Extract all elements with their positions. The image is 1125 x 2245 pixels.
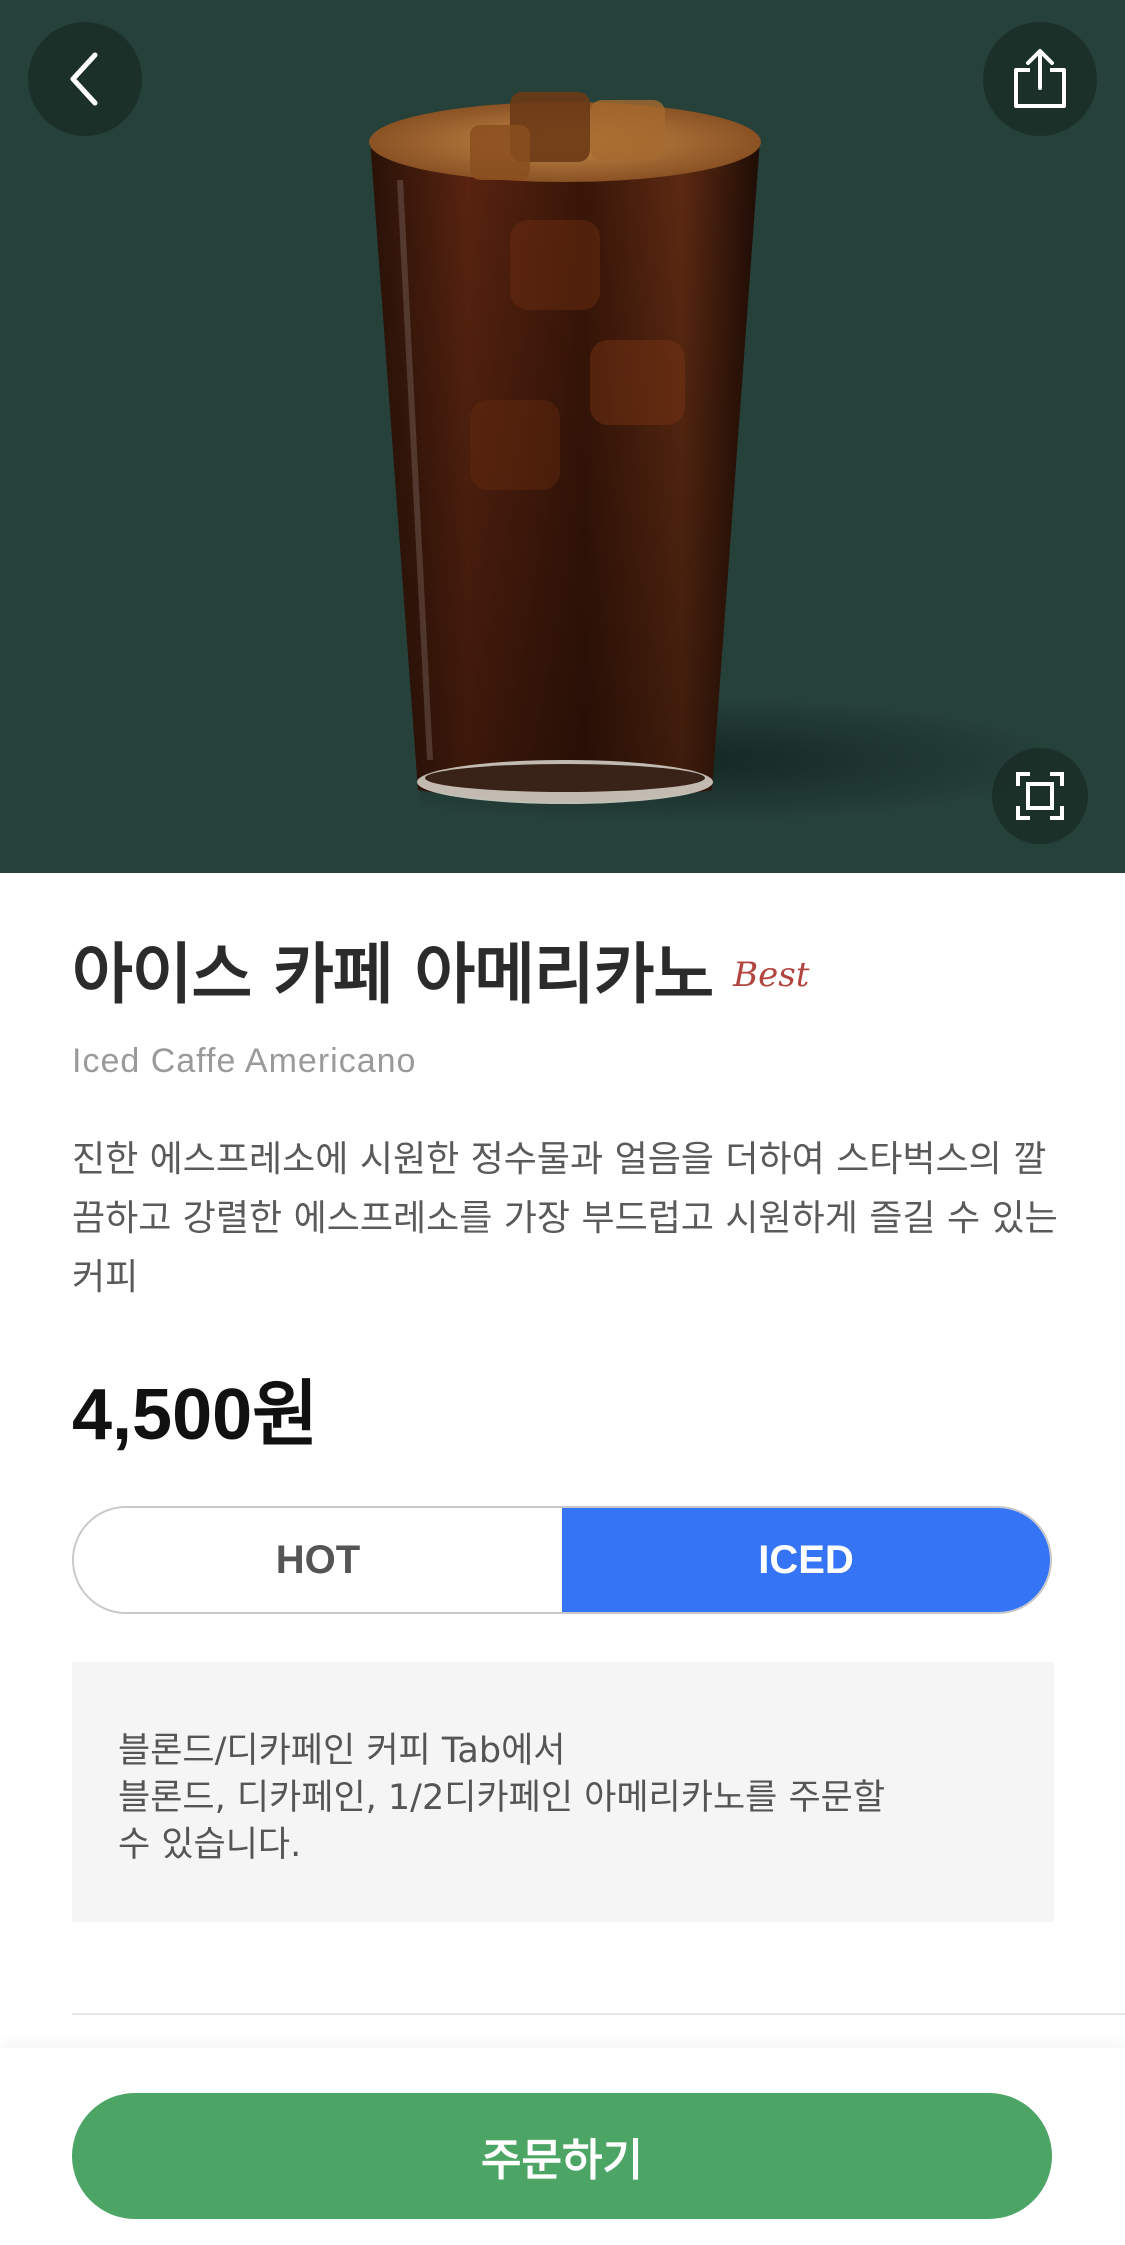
best-badge: Best	[733, 955, 810, 995]
share-button[interactable]	[983, 22, 1097, 136]
decaf-notice: 블론드/디카페인 커피 Tab에서 블론드, 디카페인, 1/2디카페인 아메리…	[72, 1662, 1054, 1922]
notice-line-3: 수 있습니다.	[118, 1825, 302, 1865]
hot-option-button[interactable]: HOT	[74, 1508, 562, 1612]
share-icon	[1014, 49, 1066, 108]
product-image-area	[0, 0, 1125, 873]
iced-option-button[interactable]: ICED	[562, 1508, 1050, 1612]
chevron-left-icon	[70, 52, 98, 106]
notice-line-1: 블론드/디카페인 커피 Tab에서	[118, 1731, 566, 1771]
fullscreen-button[interactable]	[992, 748, 1088, 844]
fullscreen-icon	[1016, 772, 1064, 820]
notice-line-2: 블론드, 디카페인, 1/2디카페인 아메리카노를 주문할	[118, 1778, 886, 1818]
product-english-name: Iced Caffe Americano	[72, 1042, 417, 1080]
divider	[72, 2013, 1125, 2015]
product-description: 진한 에스프레소에 시원한 정수물과 얼음을 더하여 스타벅스의 깔끔하고 강렬…	[72, 1139, 1058, 1298]
back-button[interactable]	[28, 22, 142, 136]
product-price: 4,500원	[72, 1375, 319, 1455]
product-title-row: 아이스 카페 아메리카노 Best	[72, 935, 809, 1015]
temperature-toggle: HOT ICED	[72, 1506, 1052, 1614]
product-name: 아이스 카페 아메리카노	[72, 936, 714, 1013]
iced-americano-image	[369, 92, 761, 804]
order-button[interactable]: 주문하기	[72, 2093, 1052, 2219]
